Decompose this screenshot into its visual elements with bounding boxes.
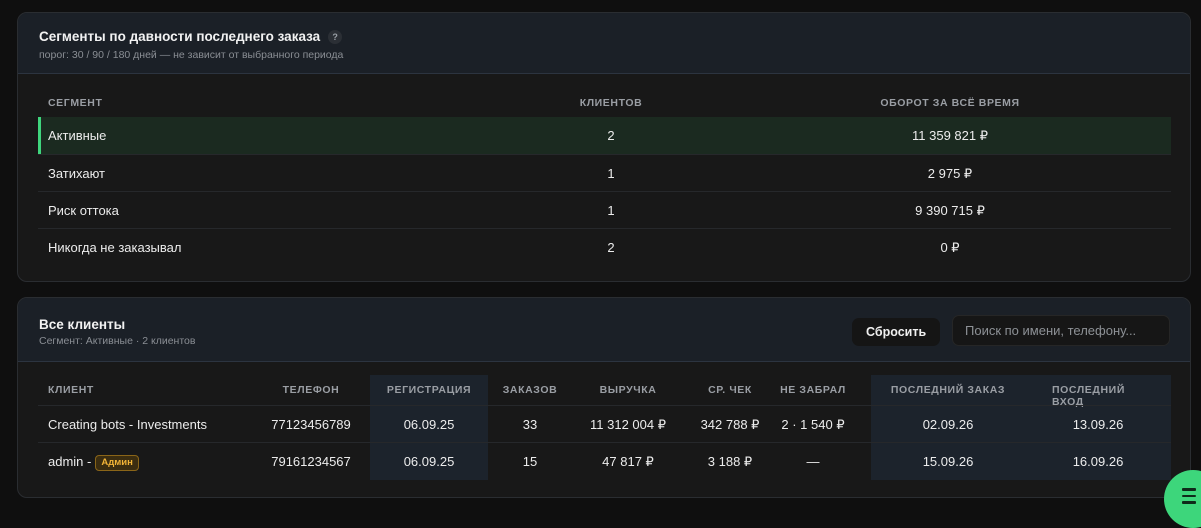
col-segment[interactable]: Сегмент: [48, 97, 103, 109]
client-not-picked: 2 · 1 540 ₽: [781, 417, 845, 432]
col-last-order[interactable]: Последний заказ: [891, 384, 1005, 396]
col-avg-check[interactable]: Ср. чек: [708, 384, 752, 396]
segment-name: Активные: [48, 128, 107, 143]
col-registration[interactable]: Регистрация: [387, 384, 471, 396]
menu-icon: [1182, 488, 1196, 508]
active-indicator: [38, 117, 41, 154]
col-orders[interactable]: Заказов: [503, 384, 558, 396]
clients-title: Все клиенты: [39, 317, 126, 332]
segments-header: Сегменты по давности последнего заказа? …: [18, 13, 1190, 74]
segments-title: Сегменты по давности последнего заказа: [39, 29, 321, 44]
client-last-order: 02.09.26: [922, 417, 974, 432]
client-revenue: 47 817 ₽: [602, 454, 654, 469]
client-last-login: 16.09.26: [1072, 454, 1124, 469]
reset-button[interactable]: Сбросить: [852, 318, 941, 346]
segment-clients: 2: [607, 128, 615, 143]
client-phone: 79161234567: [271, 454, 351, 469]
col-client[interactable]: Клиент: [48, 384, 94, 396]
segment-clients: 1: [607, 203, 615, 218]
segment-clients: 2: [607, 240, 615, 255]
client-registration: 06.09.25: [403, 417, 455, 432]
segment-turnover: 2 975 ₽: [927, 166, 973, 181]
segments-card: Сегменты по давности последнего заказа? …: [17, 12, 1191, 282]
search-input[interactable]: [952, 315, 1170, 346]
client-revenue: 11 312 004 ₽: [590, 417, 666, 432]
segment-row[interactable]: Никогда не заказывал 2 0 ₽: [38, 228, 1171, 265]
segments-subtitle: порог: 30 / 90 / 180 дней — не зависит о…: [39, 49, 344, 61]
clients-card: Все клиенты Сегмент: Активные · 2 клиент…: [17, 297, 1191, 498]
segment-name: Риск оттока: [48, 203, 119, 218]
client-row[interactable]: admin - Админ 79161234567 06.09.25 15 47 …: [38, 442, 1171, 479]
segment-turnover: 0 ₽: [940, 240, 960, 255]
client-avg-check: 342 788 ₽: [700, 417, 760, 432]
clients-header: Все клиенты Сегмент: Активные · 2 клиент…: [18, 298, 1190, 362]
admin-badge: Админ: [95, 455, 139, 471]
client-not-picked: —: [806, 454, 820, 469]
segment-turnover: 9 390 715 ₽: [915, 203, 985, 218]
segment-row[interactable]: Риск оттока 1 9 390 715 ₽: [38, 191, 1171, 228]
client-orders: 15: [522, 454, 538, 469]
segment-row-active[interactable]: Активные 2 11 359 821 ₽: [38, 117, 1171, 154]
clients-subtitle: Сегмент: Активные · 2 клиентов: [39, 335, 196, 347]
segments-title-wrap: Сегменты по давности последнего заказа?: [39, 29, 343, 44]
segment-name: Никогда не заказывал: [48, 240, 182, 255]
client-last-order: 15.09.26: [922, 454, 974, 469]
client-avg-check: 3 188 ₽: [707, 454, 753, 469]
client-name: admin -: [48, 454, 92, 469]
col-not-picked[interactable]: Не забрал: [780, 384, 846, 396]
client-name-wrap[interactable]: admin - Админ: [48, 443, 139, 480]
segment-name: Затихают: [48, 166, 106, 181]
segment-row[interactable]: Затихают 1 2 975 ₽: [38, 154, 1171, 191]
client-registration: 06.09.25: [403, 454, 455, 469]
col-phone[interactable]: Телефон: [283, 384, 340, 396]
client-phone: 77123456789: [271, 417, 351, 432]
client-row[interactable]: Creating bots - Investments 77123456789 …: [38, 405, 1171, 442]
client-orders: 33: [522, 417, 538, 432]
segment-clients: 1: [607, 166, 615, 181]
client-name[interactable]: Creating bots - Investments: [48, 406, 207, 443]
segment-turnover: 11 359 821 ₽: [912, 128, 988, 143]
col-clients[interactable]: Клиентов: [580, 97, 643, 109]
client-last-login: 13.09.26: [1072, 417, 1124, 432]
col-turnover[interactable]: Оборот за всё время: [880, 97, 1019, 109]
help-icon[interactable]: ?: [328, 30, 343, 44]
col-revenue[interactable]: Выручка: [600, 384, 657, 396]
